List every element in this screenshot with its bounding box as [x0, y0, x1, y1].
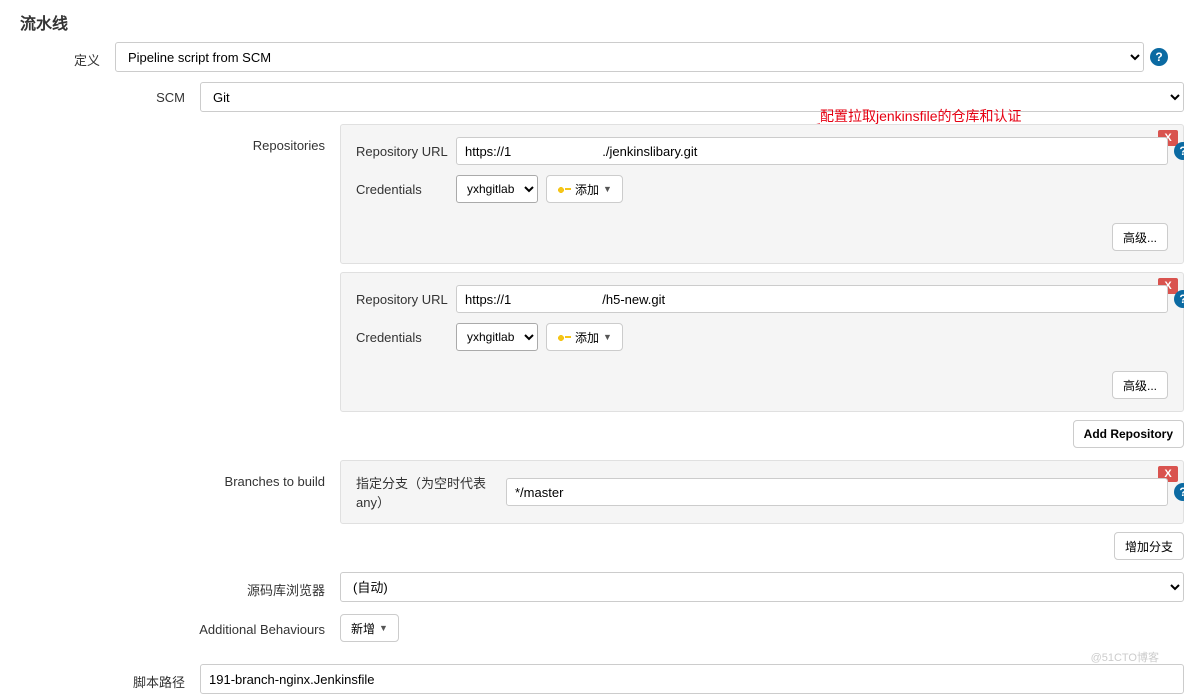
key-icon — [557, 184, 571, 194]
repository-block: X Repository URL ? Credentials yxhgitlab… — [340, 124, 1184, 264]
add-repository-button[interactable]: Add Repository — [1073, 420, 1184, 448]
add-credential-button[interactable]: 添加 ▼ — [546, 175, 623, 203]
browser-select[interactable]: (自动) — [340, 572, 1184, 602]
advanced-button[interactable]: 高级... — [1112, 371, 1168, 399]
repo-url-label: Repository URL — [356, 292, 456, 307]
scm-row: SCM Git ? — [0, 82, 1184, 112]
repo-url-input[interactable] — [456, 137, 1168, 165]
scm-select[interactable]: Git — [200, 82, 1184, 112]
credentials-select[interactable]: yxhgitlab — [456, 323, 538, 351]
repositories-section: Repositories 配置拉取jenkinsfile的仓库和认证 ? X R… — [0, 124, 1184, 448]
credentials-label: Credentials — [356, 182, 456, 197]
help-icon[interactable]: ? — [1174, 483, 1184, 501]
branch-spec-input[interactable] — [506, 478, 1168, 506]
definition-label: 定义 — [0, 42, 115, 69]
repositories-label: Repositories — [0, 124, 340, 153]
browser-row: 源码库浏览器 (自动) ? — [0, 572, 1184, 602]
watermark-text: @51CTO博客 — [1091, 649, 1159, 665]
chevron-down-icon: ▼ — [379, 623, 388, 633]
definition-row: 定义 Pipeline script from SCM ? — [0, 42, 1184, 72]
definition-select[interactable]: Pipeline script from SCM — [115, 42, 1144, 72]
branch-block: X 指定分支（为空时代表any） ? — [340, 460, 1184, 524]
page-title: 流水线 — [0, 0, 1184, 42]
add-behaviour-button[interactable]: 新增 ▼ — [340, 614, 399, 642]
script-path-row: 脚本路径 — [0, 664, 1184, 694]
advanced-button[interactable]: 高级... — [1112, 223, 1168, 251]
scm-label: SCM — [0, 82, 200, 105]
branches-label: Branches to build — [0, 460, 340, 489]
browser-label: 源码库浏览器 — [0, 572, 340, 599]
chevron-down-icon: ▼ — [603, 184, 612, 194]
repository-block: X Repository URL ? Credentials yxhgitlab… — [340, 272, 1184, 412]
help-icon[interactable]: ? — [1174, 290, 1184, 308]
script-path-input[interactable] — [200, 664, 1184, 694]
key-icon — [557, 332, 571, 342]
help-icon[interactable]: ? — [1174, 142, 1184, 160]
behaviours-label: Additional Behaviours — [0, 614, 340, 637]
branch-spec-label: 指定分支（为空时代表any） — [356, 473, 506, 511]
help-icon[interactable]: ? — [1150, 48, 1168, 66]
repo-url-label: Repository URL — [356, 144, 456, 159]
credentials-select[interactable]: yxhgitlab — [456, 175, 538, 203]
repo-url-input[interactable] — [456, 285, 1168, 313]
behaviours-row: Additional Behaviours 新增 ▼ — [0, 614, 1184, 642]
credentials-label: Credentials — [356, 330, 456, 345]
add-branch-button[interactable]: 增加分支 — [1114, 532, 1184, 560]
branches-section: Branches to build ? X 指定分支（为空时代表any） ? 增… — [0, 460, 1184, 560]
chevron-down-icon: ▼ — [603, 332, 612, 342]
add-credential-button[interactable]: 添加 ▼ — [546, 323, 623, 351]
script-path-label: 脚本路径 — [0, 664, 200, 691]
